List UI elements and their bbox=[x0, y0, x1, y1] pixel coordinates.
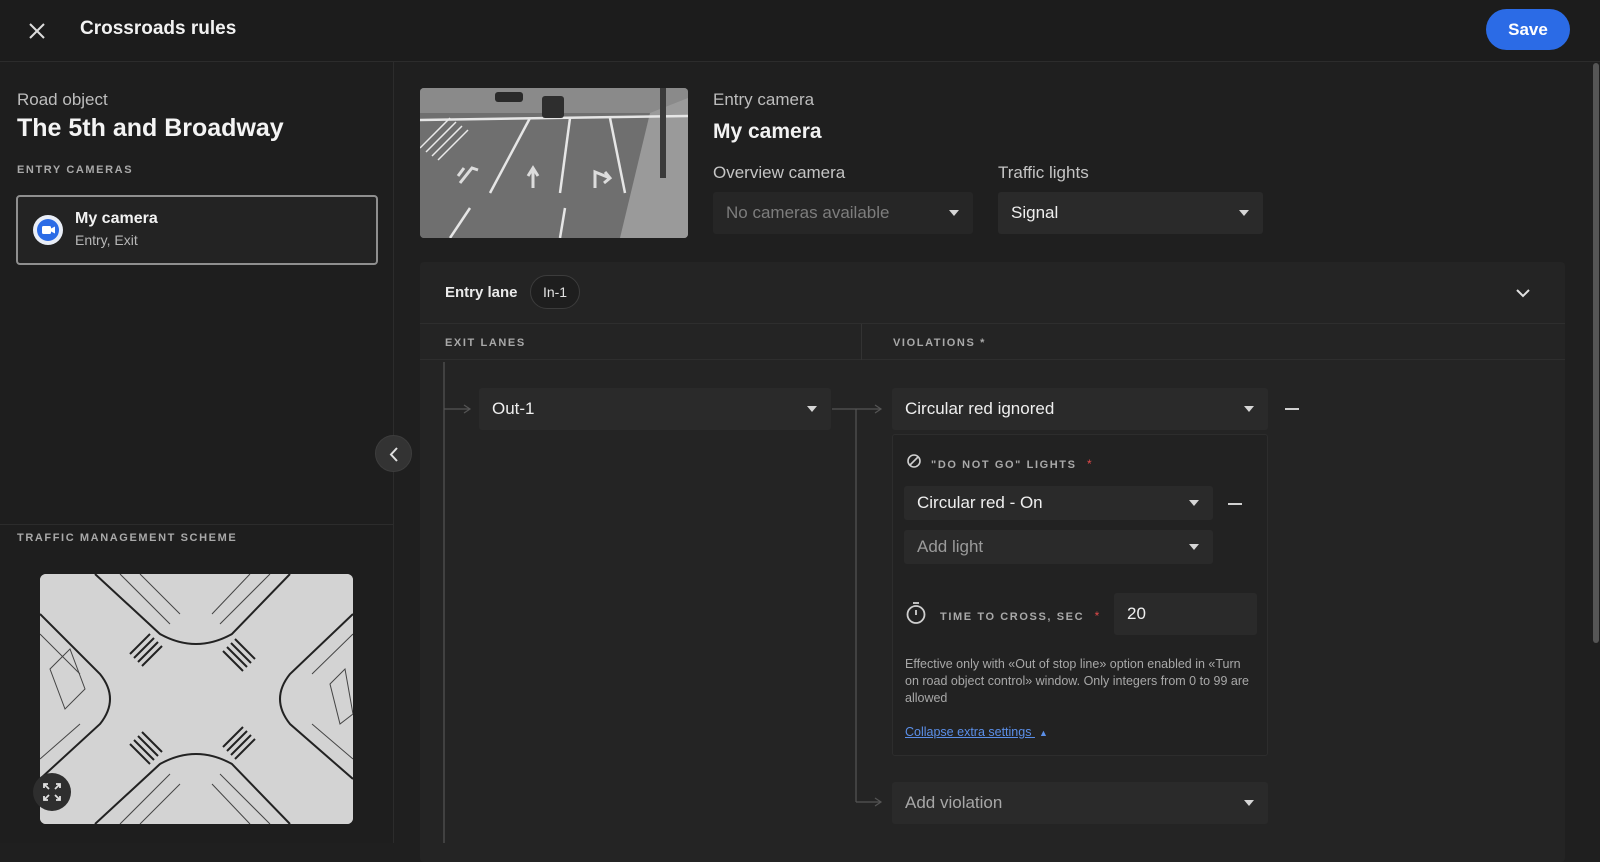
do-not-go-caption: "DO NOT GO" LIGHTS * bbox=[931, 455, 1092, 473]
chevron-down-icon bbox=[1189, 500, 1199, 506]
chevron-left-icon bbox=[389, 447, 398, 462]
overview-camera-value: No cameras available bbox=[726, 203, 890, 222]
scheme-caption: TRAFFIC MANAGEMENT SCHEME bbox=[17, 532, 238, 544]
collapse-extra-settings-link[interactable]: Collapse extra settings ▲ bbox=[905, 725, 1048, 739]
required-mark: * bbox=[1094, 609, 1100, 623]
time-to-cross-input[interactable]: 20 bbox=[1114, 593, 1257, 635]
entry-lane-badge: In-1 bbox=[530, 275, 580, 309]
traffic-lights-value: Signal bbox=[1011, 203, 1059, 222]
time-caption-text: TIME TO CROSS, SEC bbox=[940, 611, 1085, 623]
chevron-down-icon bbox=[1239, 210, 1249, 216]
light-select[interactable]: Circular red - On bbox=[904, 486, 1213, 520]
remove-violation-button[interactable] bbox=[1285, 408, 1299, 410]
remove-light-button[interactable] bbox=[1228, 503, 1242, 505]
column-divider bbox=[861, 324, 862, 360]
do-not-go-caption-text: "DO NOT GO" LIGHTS bbox=[931, 459, 1077, 471]
close-icon bbox=[29, 23, 45, 39]
add-light-select[interactable]: Add light bbox=[904, 530, 1213, 564]
entry-lane-header: Entry lane In-1 bbox=[420, 262, 1565, 324]
camera-preview-image bbox=[420, 88, 688, 238]
overview-camera-select[interactable]: No cameras available bbox=[713, 192, 973, 234]
help-text: Effective only with «Out of stop line» o… bbox=[905, 657, 1249, 705]
top-bar: Crossroads rules Save bbox=[0, 0, 1600, 62]
required-mark: * bbox=[980, 337, 986, 349]
chevron-down-icon bbox=[949, 210, 959, 216]
road-object-name: The 5th and Broadway bbox=[17, 114, 284, 142]
add-violation-placeholder: Add violation bbox=[905, 793, 1003, 812]
exit-lane-select[interactable]: Out-1 bbox=[479, 388, 831, 430]
sidebar: Road object The 5th and Broadway ENTRY C… bbox=[0, 62, 394, 843]
light-value: Circular red - On bbox=[917, 493, 1043, 512]
road-object-label: Road object bbox=[17, 90, 108, 109]
scrollbar[interactable] bbox=[1593, 63, 1599, 643]
add-violation-select[interactable]: Add violation bbox=[892, 782, 1268, 824]
chevron-down-icon bbox=[807, 406, 817, 412]
camera-icon bbox=[33, 215, 63, 245]
chevron-down-icon bbox=[1189, 544, 1199, 550]
collapse-sidebar-button[interactable] bbox=[375, 435, 412, 472]
traffic-lights-label: Traffic lights bbox=[998, 163, 1089, 182]
overview-camera-label: Overview camera bbox=[713, 163, 846, 182]
chevron-up-icon: ▲ bbox=[1038, 728, 1048, 738]
violation-value: Circular red ignored bbox=[905, 399, 1055, 418]
violations-caption: VIOLATIONS * bbox=[893, 337, 986, 349]
save-button[interactable]: Save bbox=[1486, 9, 1570, 50]
traffic-scheme-image bbox=[40, 574, 353, 824]
timer-icon bbox=[906, 602, 926, 624]
required-mark: * bbox=[1087, 457, 1092, 471]
expand-icon bbox=[43, 783, 61, 801]
entry-camera-label: Entry camera bbox=[713, 90, 815, 109]
block-icon bbox=[907, 454, 921, 468]
page-title: Crossroads rules bbox=[80, 18, 237, 39]
entry-lane-label: Entry lane bbox=[445, 284, 518, 301]
camera-card[interactable]: My camera Entry, Exit bbox=[16, 195, 378, 265]
expand-scheme-button[interactable] bbox=[33, 773, 71, 811]
time-to-cross-caption: TIME TO CROSS, SEC * bbox=[940, 607, 1099, 625]
collapse-link-text: Collapse extra settings bbox=[905, 725, 1032, 739]
close-button[interactable] bbox=[22, 16, 52, 46]
chevron-down-icon bbox=[1244, 406, 1254, 412]
violation-select[interactable]: Circular red ignored bbox=[892, 388, 1268, 430]
violations-caption-text: VIOLATIONS bbox=[893, 337, 976, 349]
exit-lane-value: Out-1 bbox=[492, 399, 535, 418]
entry-cameras-caption: ENTRY CAMERAS bbox=[17, 164, 134, 176]
traffic-lights-select[interactable]: Signal bbox=[998, 192, 1263, 234]
entry-camera-name: My camera bbox=[713, 120, 822, 143]
add-light-placeholder: Add light bbox=[917, 537, 984, 556]
camera-roles: Entry, Exit bbox=[75, 232, 138, 248]
collapse-lane-button[interactable] bbox=[1513, 283, 1533, 303]
divider bbox=[0, 524, 394, 525]
exit-lanes-caption: EXIT LANES bbox=[445, 337, 526, 349]
camera-name: My camera bbox=[75, 210, 158, 227]
columns-header: EXIT LANES VIOLATIONS * bbox=[420, 324, 1565, 360]
chevron-down-icon bbox=[1244, 800, 1254, 806]
chevron-down-icon bbox=[1516, 289, 1530, 298]
